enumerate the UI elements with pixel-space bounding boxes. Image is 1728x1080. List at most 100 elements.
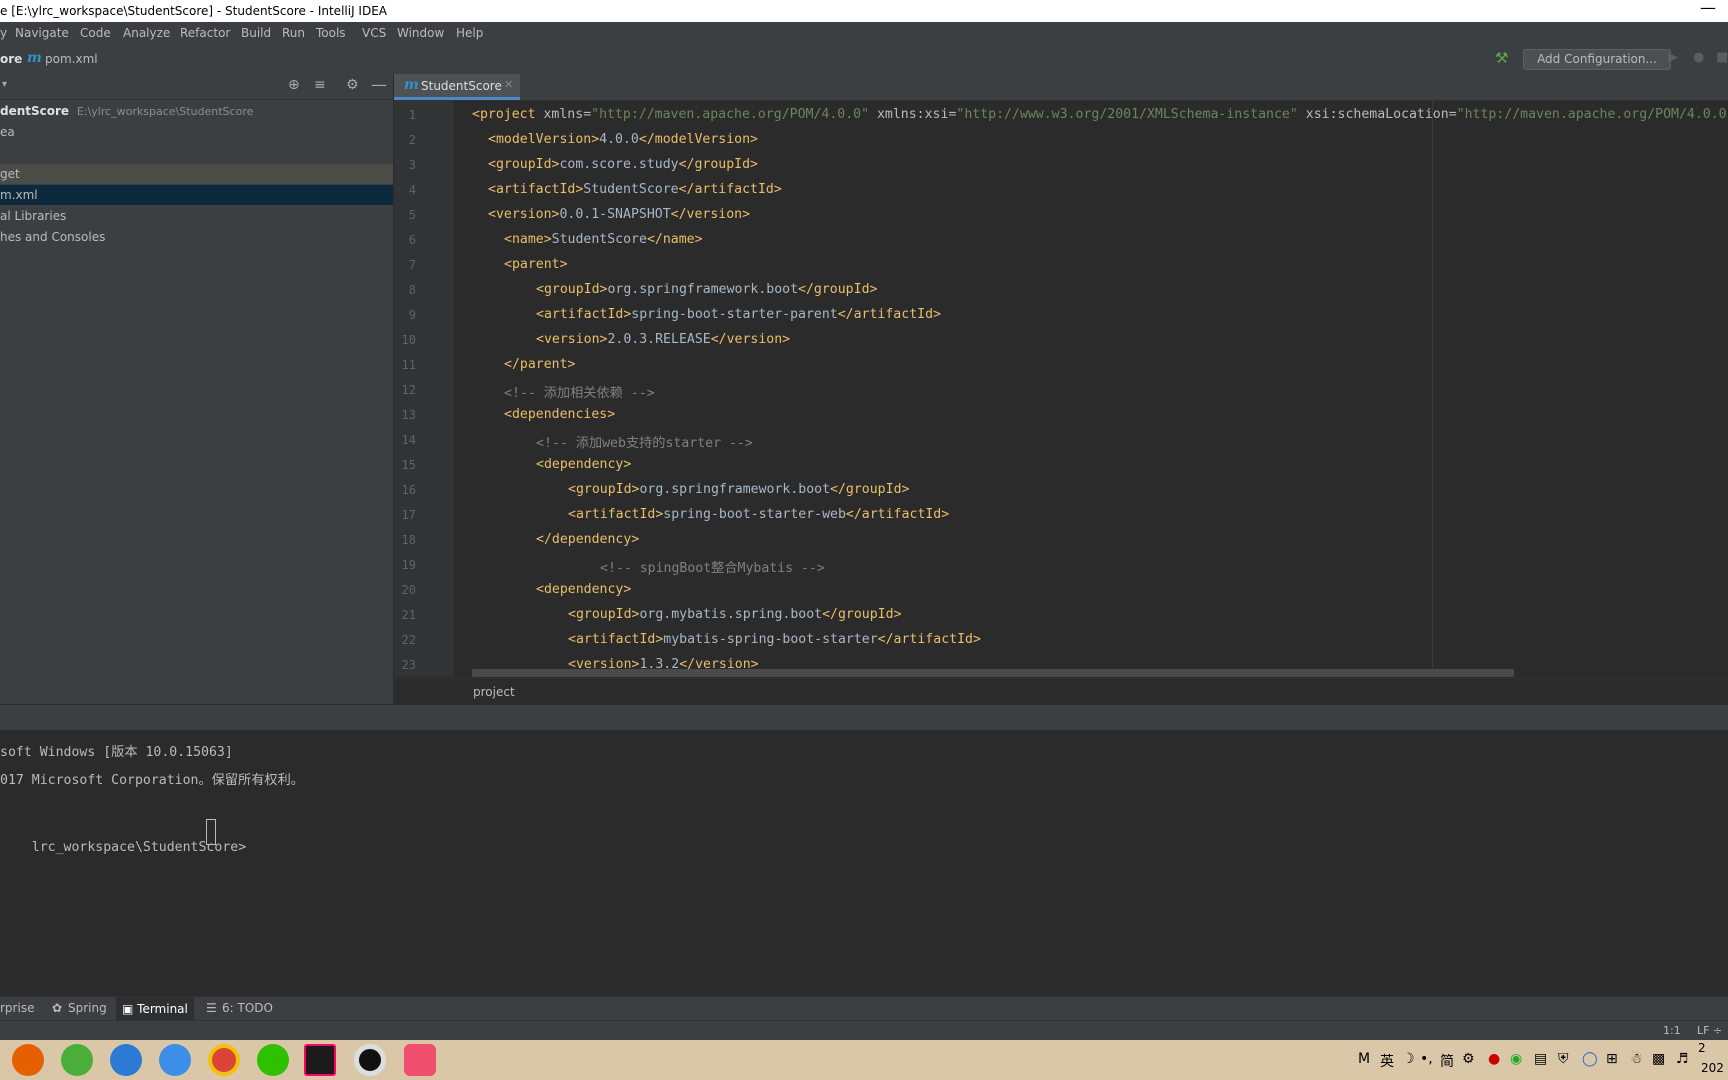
cursor-position[interactable]: 1:1 xyxy=(1663,1024,1681,1037)
menu-code[interactable]: Code xyxy=(80,26,111,40)
close-tab-icon[interactable]: ✕ xyxy=(504,78,513,91)
code-line: <name>StudentScore</name> xyxy=(504,232,703,247)
app-pink-icon[interactable] xyxy=(404,1044,436,1076)
line-number: 21 xyxy=(401,608,416,622)
crumb-separator-icon: › xyxy=(16,52,21,66)
nvidia-icon[interactable]: ▤ xyxy=(1534,1051,1547,1067)
line-number: 20 xyxy=(401,583,416,597)
tool-tab-todo[interactable]: 6: TODO xyxy=(222,1001,273,1015)
terminal-panel[interactable]: soft Windows [版本 10.0.15063] 017 Microso… xyxy=(0,730,1728,996)
terminal-line: soft Windows [版本 10.0.15063] xyxy=(0,745,233,760)
app-green-icon[interactable] xyxy=(61,1044,93,1076)
horizontal-scrollbar[interactable] xyxy=(472,669,1514,677)
record-icon[interactable]: ● xyxy=(1488,1051,1500,1067)
line-number: 7 xyxy=(408,258,416,272)
collapse-all-icon[interactable]: ≡ xyxy=(314,77,326,93)
add-configuration-button[interactable]: Add Configuration... xyxy=(1523,49,1671,70)
code-line: <version>0.0.1-SNAPSHOT</version> xyxy=(488,207,751,222)
line-number: 2 xyxy=(408,133,416,147)
tool-tab-enterprise[interactable]: rprise xyxy=(0,1001,34,1015)
tree-item-target[interactable]: get xyxy=(0,164,393,184)
menubar: y Navigate Code Analyze Refactor Build R… xyxy=(0,22,1728,44)
ime-mode[interactable]: M xyxy=(1358,1051,1370,1067)
clock-time[interactable]: 2 xyxy=(1698,1041,1706,1055)
chrome-icon[interactable] xyxy=(208,1044,240,1076)
hide-pane-icon[interactable]: — xyxy=(371,75,387,94)
tree-item-label: ea xyxy=(0,125,15,139)
line-number: 11 xyxy=(401,358,416,372)
intellij-idea-icon[interactable] xyxy=(304,1044,336,1076)
code-line: <dependencies> xyxy=(504,407,616,422)
tree-item-pom[interactable]: m.xml xyxy=(0,185,393,205)
minimize-button[interactable]: — xyxy=(1700,0,1716,17)
recorder-icon[interactable] xyxy=(354,1044,386,1076)
tab-studentscore[interactable]: m StudentScore ✕ xyxy=(394,74,520,100)
code-line: <artifactId>StudentScore</artifactId> xyxy=(488,182,782,197)
menu-navigate[interactable]: Navigate xyxy=(15,26,69,40)
shield-icon[interactable]: ⛨ xyxy=(1558,1051,1569,1067)
gear-icon[interactable]: ⚙ xyxy=(1462,1051,1475,1067)
locate-icon[interactable]: ⊕ xyxy=(288,77,300,93)
punctuation-icon[interactable]: •, xyxy=(1420,1051,1433,1067)
wechat-icon[interactable] xyxy=(257,1044,289,1076)
line-number: 5 xyxy=(408,208,416,222)
tree-item-project-root[interactable]: dentScore E:\ylrc_workspace\StudentScore xyxy=(0,101,393,121)
navigation-bar: ore › m pom.xml ⚒ Add Configuration... ▶… xyxy=(0,44,1728,75)
network-icon[interactable]: ⊞ xyxy=(1606,1051,1618,1067)
firefox-icon[interactable] xyxy=(12,1044,44,1076)
menu-refactor[interactable]: Refactor xyxy=(180,26,230,40)
line-number: 6 xyxy=(408,233,416,247)
tree-item-idea[interactable]: ea xyxy=(0,122,393,142)
code-line: <!-- 添加相关依赖 --> xyxy=(504,386,655,401)
qq-icon[interactable]: ☃ xyxy=(1630,1051,1643,1067)
tree-item-label: dentScore xyxy=(0,104,70,118)
tree-item-path: E:\ylrc_workspace\StudentScore xyxy=(76,105,254,118)
tool-window-bar: rprise ✿ Spring ▣ Terminal ☰ 6: TODO xyxy=(0,996,1728,1021)
stop-icon[interactable]: ■ xyxy=(1716,50,1728,65)
moon-icon[interactable]: ☽ xyxy=(1402,1051,1415,1067)
code-line: </dependency> xyxy=(536,532,640,547)
menu-build[interactable]: Build xyxy=(241,26,271,40)
tool-tab-spring[interactable]: Spring xyxy=(68,1001,107,1015)
terminal-cursor xyxy=(206,819,216,845)
line-number: 8 xyxy=(408,283,416,297)
build-hammer-icon[interactable]: ⚒ xyxy=(1495,49,1508,67)
list-icon: ☰ xyxy=(206,1001,217,1015)
menu-vcs[interactable]: VCS xyxy=(362,26,386,40)
breadcrumb-item[interactable]: project xyxy=(473,685,515,699)
run-icon[interactable]: ▶ xyxy=(1668,50,1678,65)
menu-window[interactable]: Window xyxy=(397,26,444,40)
ime-language[interactable]: 英 xyxy=(1380,1051,1394,1071)
tool-tab-label: Terminal xyxy=(137,1002,188,1016)
menu-view[interactable]: y xyxy=(0,26,7,40)
code-line: <modelVersion>4.0.0</modelVersion> xyxy=(488,132,758,147)
line-number: 13 xyxy=(401,408,416,422)
volume-icon[interactable]: ♬ xyxy=(1676,1051,1689,1067)
clock-date[interactable]: 202 xyxy=(1701,1061,1724,1075)
browser-bird-icon[interactable] xyxy=(159,1044,191,1076)
code-editor[interactable]: <project xmlns="http://maven.apache.org/… xyxy=(454,101,1728,677)
line-number: 15 xyxy=(401,458,416,472)
tree-item-scratches[interactable]: hes and Consoles xyxy=(0,227,393,247)
terminal-line: 017 Microsoft Corporation。保留所有权利。 xyxy=(0,773,304,788)
code-line: <artifactId>spring-boot-starter-parent</… xyxy=(536,307,941,322)
debug-icon[interactable]: ● xyxy=(1693,50,1704,65)
wechat-tray-icon[interactable]: ◉ xyxy=(1510,1051,1522,1067)
tree-item-external-libraries[interactable]: al Libraries xyxy=(0,206,393,226)
line-separator[interactable]: LF ÷ xyxy=(1697,1024,1722,1037)
menu-run[interactable]: Run xyxy=(282,26,305,40)
kugou-icon[interactable] xyxy=(110,1044,142,1076)
browser-tray-icon[interactable]: ◯ xyxy=(1582,1051,1598,1067)
ime-charset[interactable]: 简 xyxy=(1440,1051,1454,1071)
editor-gutter: 1 2 3 4 5 6 7 8 9 10 11 12 13 14 15 16 1… xyxy=(394,101,467,677)
gear-icon[interactable]: ⚙ xyxy=(346,77,359,93)
dropdown-arrow-icon[interactable]: ▾ xyxy=(2,79,7,90)
menu-tools[interactable]: Tools xyxy=(316,26,346,40)
menu-help[interactable]: Help xyxy=(456,26,483,40)
nav-file-crumb[interactable]: pom.xml xyxy=(45,52,98,66)
tool-tab-terminal[interactable]: ▣ Terminal xyxy=(116,997,194,1021)
menu-analyze[interactable]: Analyze xyxy=(123,26,170,40)
line-number: 9 xyxy=(408,308,416,322)
display-icon[interactable]: ▩ xyxy=(1652,1051,1665,1067)
tree-item-label: hes and Consoles xyxy=(0,230,106,244)
